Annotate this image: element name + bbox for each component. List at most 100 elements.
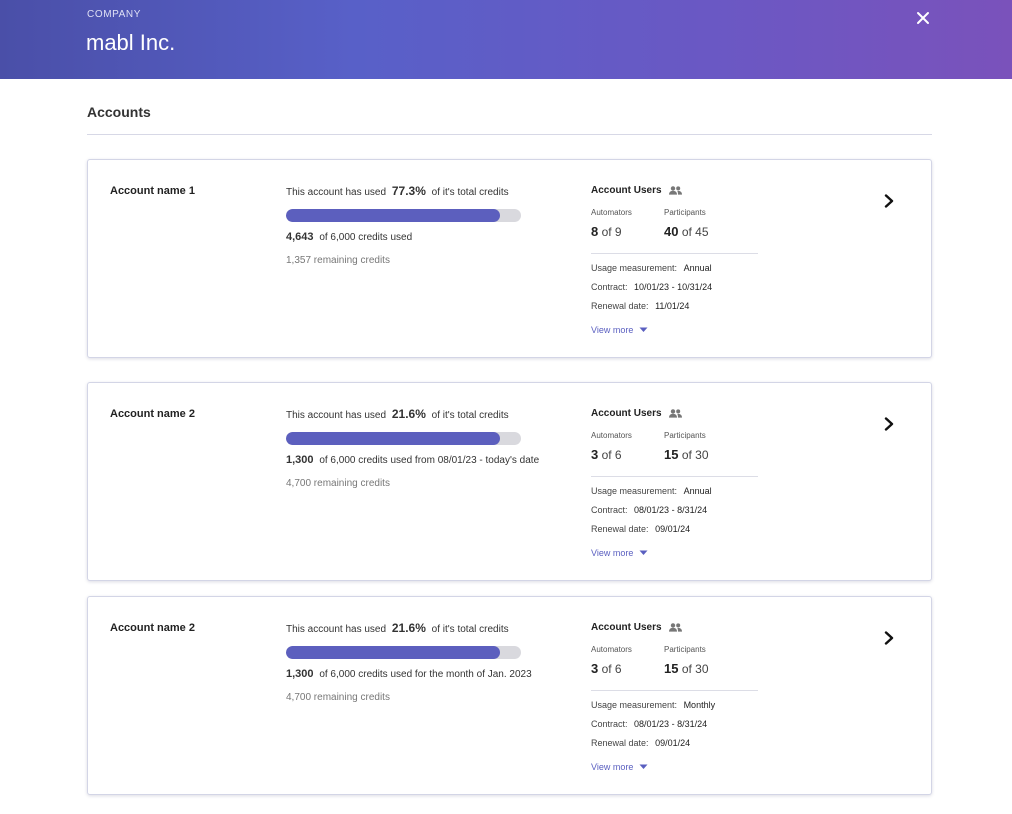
- participants-number: 15: [664, 447, 679, 462]
- chevron-right-icon[interactable]: [881, 630, 897, 646]
- automators-number: 3: [591, 661, 599, 676]
- participants-number: 40: [664, 224, 679, 239]
- credits-used-text: of 6,000 credits used for the month of J…: [319, 669, 532, 680]
- participants-count: 15 of 30: [664, 661, 709, 676]
- renewal-value: 11/01/24: [655, 301, 690, 311]
- renewal-label: Renewal date:: [591, 738, 649, 748]
- users-divider: [591, 476, 758, 477]
- view-more-label: View more: [591, 548, 634, 558]
- remaining-credits: 4,700 remaining credits: [286, 478, 390, 489]
- credits-progress-fill: [286, 432, 500, 445]
- people-icon: [668, 623, 682, 632]
- credits-used-line: 4,643 of 6,000 credits used: [286, 231, 412, 243]
- contract-period: Contract: 08/01/23 - 8/31/24: [591, 505, 707, 515]
- credits-used-summary: This account has used 21.6% of it's tota…: [286, 621, 509, 635]
- credits-used-summary: This account has used 21.6% of it's tota…: [286, 407, 509, 421]
- participants-label: Participants: [664, 208, 706, 217]
- credits-used-summary: This account has used 77.3% of it's tota…: [286, 184, 509, 198]
- automators-number: 8: [591, 224, 599, 239]
- participants-number: 15: [664, 661, 679, 676]
- used-suffix: of it's total credits: [431, 624, 509, 635]
- contract-value: 08/01/23 - 8/31/24: [634, 505, 708, 515]
- view-more-link[interactable]: View more: [591, 762, 648, 772]
- close-icon[interactable]: [913, 8, 933, 28]
- participants-total: of 45: [681, 225, 709, 239]
- credits-used-line: 1,300 of 6,000 credits used from 08/01/2…: [286, 454, 539, 466]
- automators-label: Automators: [591, 431, 632, 440]
- credits-progress-fill: [286, 209, 500, 222]
- account-card[interactable]: Account name 2 This account has used 21.…: [87, 596, 932, 795]
- contract-value: 08/01/23 - 8/31/24: [634, 719, 708, 729]
- view-more-link[interactable]: View more: [591, 548, 648, 558]
- usage-measurement-label: Usage measurement:: [591, 700, 678, 710]
- company-name: mabl Inc.: [86, 30, 176, 55]
- company-header: COMPANY mabl Inc.: [0, 0, 1012, 79]
- renewal-value: 09/01/24: [655, 738, 691, 748]
- used-percentage: 21.6%: [391, 621, 426, 635]
- account-users-label: Account Users: [591, 185, 662, 196]
- people-icon: [668, 186, 682, 195]
- account-users-heading: Account Users: [591, 185, 682, 196]
- credits-progress-bar: [286, 646, 521, 659]
- participants-label: Participants: [664, 431, 706, 440]
- account-users-label: Account Users: [591, 408, 662, 419]
- renewal-label: Renewal date:: [591, 301, 649, 311]
- view-more-link[interactable]: View more: [591, 325, 648, 335]
- contract-label: Contract:: [591, 719, 628, 729]
- participants-label: Participants: [664, 645, 706, 654]
- usage-measurement-value: Monthly: [683, 700, 716, 710]
- remaining-credits: 4,700 remaining credits: [286, 692, 390, 703]
- participants-total: of 30: [681, 448, 709, 462]
- used-prefix: This account has used: [286, 410, 387, 421]
- automators-label: Automators: [591, 645, 632, 654]
- usage-measurement-value: Annual: [683, 263, 712, 273]
- usage-measurement: Usage measurement: Annual: [591, 486, 712, 496]
- automators-count: 3 of 6: [591, 447, 622, 462]
- chevron-right-icon[interactable]: [881, 193, 897, 209]
- automators-total: of 6: [601, 448, 622, 462]
- renewal-value: 09/01/24: [655, 524, 691, 534]
- automators-label: Automators: [591, 208, 632, 217]
- account-card[interactable]: Account name 2 This account has used 21.…: [87, 382, 932, 581]
- account-card[interactable]: Account name 1 This account has used 77.…: [87, 159, 932, 358]
- credits-progress-bar: [286, 209, 521, 222]
- credits-used-number: 4,643: [286, 231, 314, 243]
- remaining-credits: 1,357 remaining credits: [286, 255, 390, 266]
- chevron-right-icon[interactable]: [881, 416, 897, 432]
- automators-total: of 6: [601, 662, 622, 676]
- account-users-heading: Account Users: [591, 622, 682, 633]
- caret-down-icon: [639, 550, 648, 555]
- account-users-label: Account Users: [591, 622, 662, 633]
- people-icon: [668, 409, 682, 418]
- contract-label: Contract:: [591, 505, 628, 515]
- contract-period: Contract: 10/01/23 - 10/31/24: [591, 282, 712, 292]
- participants-total: of 30: [681, 662, 709, 676]
- contract-label: Contract:: [591, 282, 628, 292]
- credits-progress-fill: [286, 646, 500, 659]
- renewal-date: Renewal date: 09/01/24: [591, 524, 690, 534]
- used-suffix: of it's total credits: [431, 410, 509, 421]
- caret-down-icon: [639, 764, 648, 769]
- users-divider: [591, 690, 758, 691]
- contract-value: 10/01/23 - 10/31/24: [634, 282, 713, 292]
- usage-measurement: Usage measurement: Annual: [591, 263, 712, 273]
- credits-progress-bar: [286, 432, 521, 445]
- credits-used-text: of 6,000 credits used from 08/01/23 - to…: [319, 455, 540, 466]
- account-name: Account name 2: [110, 408, 195, 420]
- caret-down-icon: [639, 327, 648, 332]
- usage-measurement-value: Annual: [683, 486, 712, 496]
- used-prefix: This account has used: [286, 624, 387, 635]
- credits-used-number: 1,300: [286, 454, 314, 466]
- account-name: Account name 2: [110, 622, 195, 634]
- automators-number: 3: [591, 447, 599, 462]
- account-name: Account name 1: [110, 185, 195, 197]
- usage-measurement-label: Usage measurement:: [591, 486, 678, 496]
- participants-count: 15 of 30: [664, 447, 709, 462]
- used-suffix: of it's total credits: [431, 187, 509, 198]
- renewal-date: Renewal date: 09/01/24: [591, 738, 690, 748]
- automators-total: of 9: [601, 225, 622, 239]
- credits-used-text: of 6,000 credits used: [319, 232, 413, 243]
- credits-used-number: 1,300: [286, 668, 314, 680]
- credits-used-line: 1,300 of 6,000 credits used for the mont…: [286, 668, 532, 680]
- account-users-heading: Account Users: [591, 408, 682, 419]
